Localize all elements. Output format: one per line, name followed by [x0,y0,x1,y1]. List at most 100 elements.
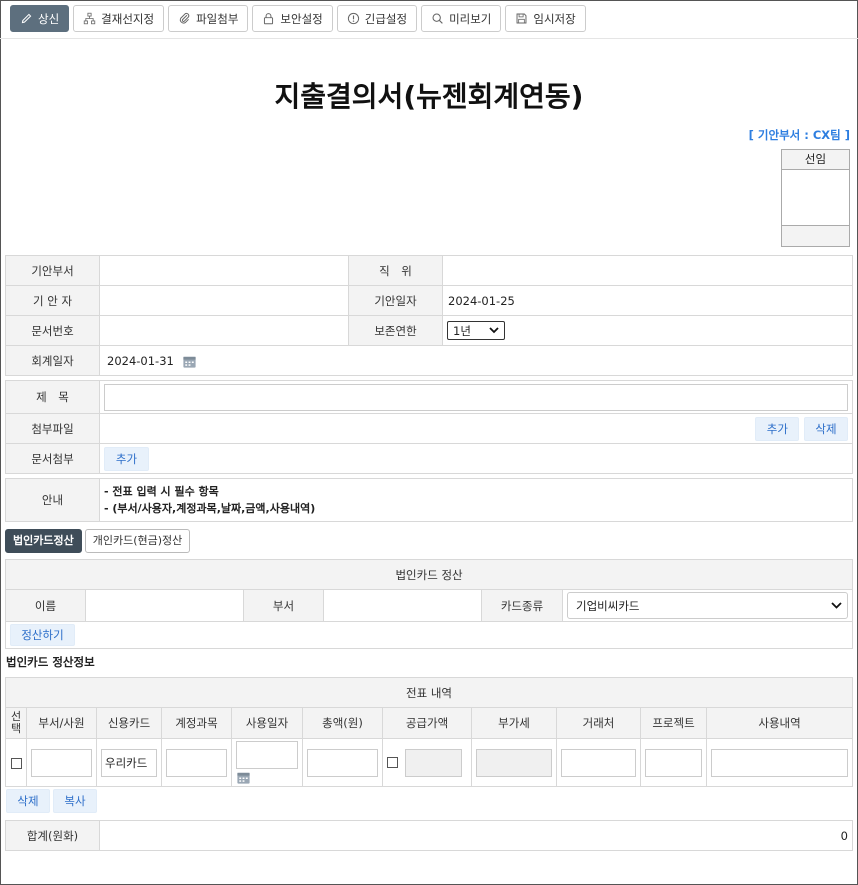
attach-add-button[interactable]: 추가 [755,416,800,441]
row-select-checkbox[interactable] [10,757,22,769]
urgent-button[interactable]: 긴급설정 [336,5,418,32]
settlement-header: 법인카드 정산 [4,559,854,590]
form-table: 제 목 첨부파일 추가 삭제 문서첨부 추가 [5,380,853,474]
retention-select[interactable]: 1년 [447,321,505,340]
col-vendor: 거래처 [556,707,641,739]
notice-line-1: - 전표 입력 시 필수 항목 [104,485,219,498]
lock-icon [264,13,274,25]
doc-attach-add-button[interactable]: 추가 [104,446,149,471]
urgent-label: 긴급설정 [364,11,408,26]
approval-sign-area[interactable] [782,170,849,226]
col-project: 프로젝트 [640,707,707,739]
total-value: 0 [99,820,853,851]
total-label: 합계(원화) [5,820,100,851]
subject-input[interactable] [104,383,848,411]
document-title: 지출결의서(뉴젠회계연동) [274,80,584,113]
approval-box: 선임 [781,149,850,247]
preview-label: 미리보기 [449,11,492,26]
supply-checkbox[interactable] [387,757,398,768]
project-input[interactable] [645,748,702,777]
acct-date-input[interactable]: 2024-01-31 [103,350,178,372]
notice-line-2: - (부서/사용자,계정과목,날짜,금액,사용내역) [104,502,316,515]
total-input[interactable] [307,748,378,777]
settlement-table: 법인카드 정산 이름 부서 카드종류 기업비씨카드 정산하기 [4,559,854,649]
save-icon [516,13,527,24]
col-total: 총액(원) [302,707,383,739]
draft-dept-value [99,255,349,286]
col-credit-card: 신용카드 [96,707,162,739]
account-input[interactable] [166,748,227,777]
row-copy-button[interactable]: 복사 [53,789,97,813]
info-table: 기안부서 직 위 기 안 자 기안일자 2024-01-25 문서번호 보존연한… [5,255,853,376]
draft-date-value: 2024-01-25 [442,285,853,316]
retention-label: 보존연한 [348,315,443,346]
security-label: 보안설정 [280,11,323,26]
vendor-input[interactable] [561,748,636,777]
alert-icon [347,12,359,25]
approval-line-button[interactable]: 결재선지정 [73,5,165,32]
row-actions: 삭제 복사 [6,789,97,813]
col-usage: 사용내역 [705,707,854,739]
temp-save-label: 임시저장 [533,11,576,26]
col-vat: 부가세 [471,707,557,739]
attach-delete-button[interactable]: 삭제 [804,416,848,441]
card-type-value: 기업비씨카드 [576,598,640,613]
attach-file-label: 파일첨부 [196,11,239,26]
draft-date-label: 기안일자 [348,285,443,316]
draft-dept-tag: [ 기안부서 : CX팀 ] [748,128,850,142]
draft-dept-label: 기안부서 [5,255,100,286]
dept-label: 부서 [243,589,324,622]
retention-value: 1년 [453,323,471,338]
voucher-header: 전표 내역 [4,677,854,708]
use-date-input[interactable] [236,741,298,769]
approval-line-label: 결재선지정 [101,11,155,26]
card-type-label: 카드종류 [481,589,563,622]
preview-button[interactable]: 미리보기 [421,5,502,32]
col-select: 선택 [5,707,27,739]
toolbar-divider [0,38,858,39]
vat-input [476,748,552,777]
temp-save-button[interactable]: 임시저장 [505,5,586,32]
drafter-value [99,285,349,316]
approval-footer [782,226,849,246]
usage-input[interactable] [711,748,849,777]
tab-corporate-card[interactable]: 법인카드정산 [5,529,82,553]
acct-date-label: 회계일자 [5,345,100,376]
row-delete-button[interactable]: 삭제 [6,789,50,813]
card-type-select[interactable]: 기업비씨카드 [567,592,848,619]
toolbar: 상신 결재선지정 파일첨부 보안설정 긴급설정 미리보기 임시저장 [10,5,586,32]
total-table: 합계(원화) 0 [5,820,853,851]
credit-card-input[interactable]: 우리카드 [101,748,157,777]
calendar-icon[interactable] [236,770,251,785]
search-icon [432,13,443,24]
name-value [85,589,244,622]
col-use-date: 사용일자 [231,707,303,739]
approval-header: 선임 [782,150,849,170]
col-supply-amount: 공급가액 [382,707,472,739]
pencil-icon [21,13,32,24]
doc-number-value [99,315,349,346]
calendar-icon[interactable] [182,354,197,369]
col-account: 계정과목 [161,707,232,739]
dept-value [323,589,482,622]
submit-button[interactable]: 상신 [10,5,70,32]
doc-number-label: 문서번호 [5,315,100,346]
doc-attach-label: 문서첨부 [5,443,100,474]
attach-file-button[interactable]: 파일첨부 [168,5,249,32]
settlement-tabs: 법인카드정산 개인카드(현금)정산 [5,529,191,553]
security-button[interactable]: 보안설정 [252,5,333,32]
submit-label: 상신 [38,11,60,26]
col-dept-employee: 부서/사원 [26,707,97,739]
position-label: 직 위 [348,255,443,286]
position-value [442,255,853,286]
chevron-down-icon [489,327,499,334]
voucher-table: 전표 내역 선택 부서/사원 신용카드 계정과목 사용일자 총액(원) 공급가액… [4,677,854,787]
settle-button[interactable]: 정산하기 [10,624,75,646]
voucher-section-title: 법인카드 정산정보 [6,655,95,669]
notice-table: 안내 - 전표 입력 시 필수 항목 - (부서/사용자,계정과목,날짜,금액,… [5,478,853,522]
supply-amount-input [405,748,462,777]
attach-label: 첨부파일 [5,413,100,444]
tab-personal-card[interactable]: 개인카드(현금)정산 [84,529,191,553]
table-row: 우리카드 [5,738,854,787]
dept-employee-input[interactable] [31,748,92,777]
